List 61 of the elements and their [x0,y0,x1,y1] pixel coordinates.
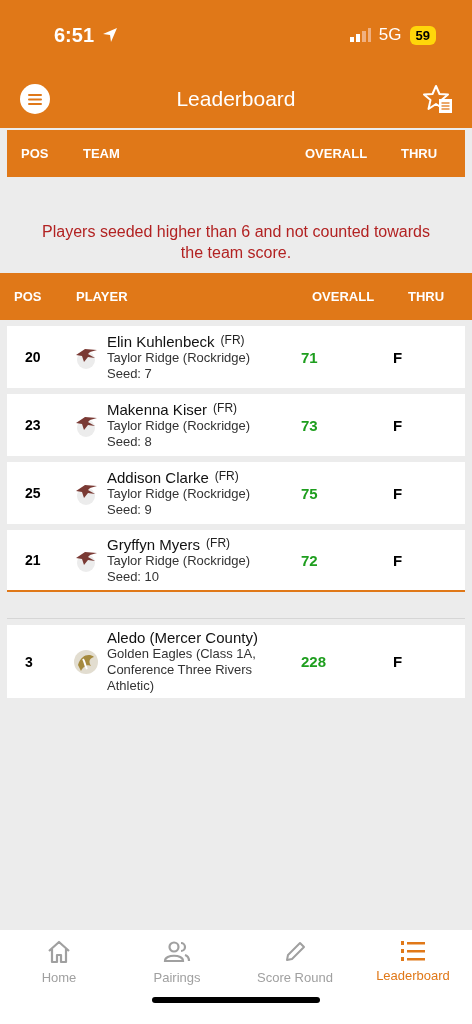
player-name: Makenna Kiser [107,400,208,418]
position: 23 [25,417,42,433]
team-detail: Golden Eagles (Class 1A, Conference Three Rivers Athletic) [107,646,257,694]
seed: Seed: 10 [107,568,161,585]
seed: Seed: 7 [107,365,153,382]
team-logo [73,648,99,675]
signal-icon [348,27,371,43]
class-year: (FR) [206,535,231,550]
menu-button[interactable] [20,84,50,114]
team-name: Taylor Ridge (Rockridge) [107,417,252,434]
menu-icon [28,93,42,105]
team-row[interactable]: 3 Aledo (Mercer County) Golden Eagles (Class 1A, Conference Three Rivers Athletic) 228 F [7,625,465,698]
team-name: Taylor Ridge (Rockridge) [107,552,252,569]
seeding-notice: Players seeded higher than 6 and not counted towards the team score. [41,222,431,263]
class-year: (FR) [220,332,245,347]
status-time: 6:51 [54,23,95,47]
player-row[interactable]: 25 Addison Clarke (FR) Taylor Ridge (Rockridge) Seed: 9 75 F [7,462,465,524]
team-name: Taylor Ridge (Rockridge) [107,485,252,502]
favorites-button[interactable] [422,84,454,114]
column-header: OVERALL [312,289,376,304]
position: 3 [25,653,34,670]
network-label: 5G [378,25,402,45]
column-header: THRU [401,146,439,161]
column-header: THRU [408,289,446,304]
home-icon [46,940,72,964]
column-header: TEAM [83,146,121,161]
class-year: (FR) [213,400,238,415]
player-row[interactable]: 20 Elin Kuhlenbeck (FR) Taylor Ridge (Rockridge) Seed: 7 71 F [7,326,465,388]
overall-score: 73 [301,416,319,434]
thru: F [393,416,404,434]
column-header: OVERALL [305,146,369,161]
position: 25 [25,485,42,501]
class-year: (FR) [214,468,239,483]
overall-score: 228 [301,653,328,670]
player-name: Gryffyn Myers [107,535,201,553]
pencil-icon [283,940,307,964]
team-title: Aledo (Mercer County) [107,629,259,646]
player-name: Elin Kuhlenbeck [107,332,215,350]
battery-level: 59 [409,25,436,45]
star-list-icon [422,84,454,114]
screen-title: Leaderboard [176,87,296,111]
team-name: Taylor Ridge (Rockridge) [107,349,252,366]
overall-score: 72 [301,551,319,569]
overall-score: 75 [301,484,319,502]
people-icon [163,940,191,964]
seed: Seed: 8 [107,433,153,450]
position: 20 [25,349,42,365]
location-arrow-icon [102,27,119,43]
seed: Seed: 9 [107,501,153,518]
position: 21 [25,552,42,568]
ranked-list-icon [400,940,426,962]
column-header: POS [21,146,50,161]
thru: F [393,484,404,502]
thru: F [393,653,404,670]
thru: F [393,551,404,569]
overall-score: 71 [301,348,319,366]
column-header: PLAYER [76,289,129,304]
thru: F [393,348,404,366]
player-row[interactable]: 23 Makenna Kiser (FR) Taylor Ridge (Rockridge) Seed: 8 73 F [7,394,465,456]
player-name: Addison Clarke [107,468,209,486]
column-header: POS [14,289,43,304]
